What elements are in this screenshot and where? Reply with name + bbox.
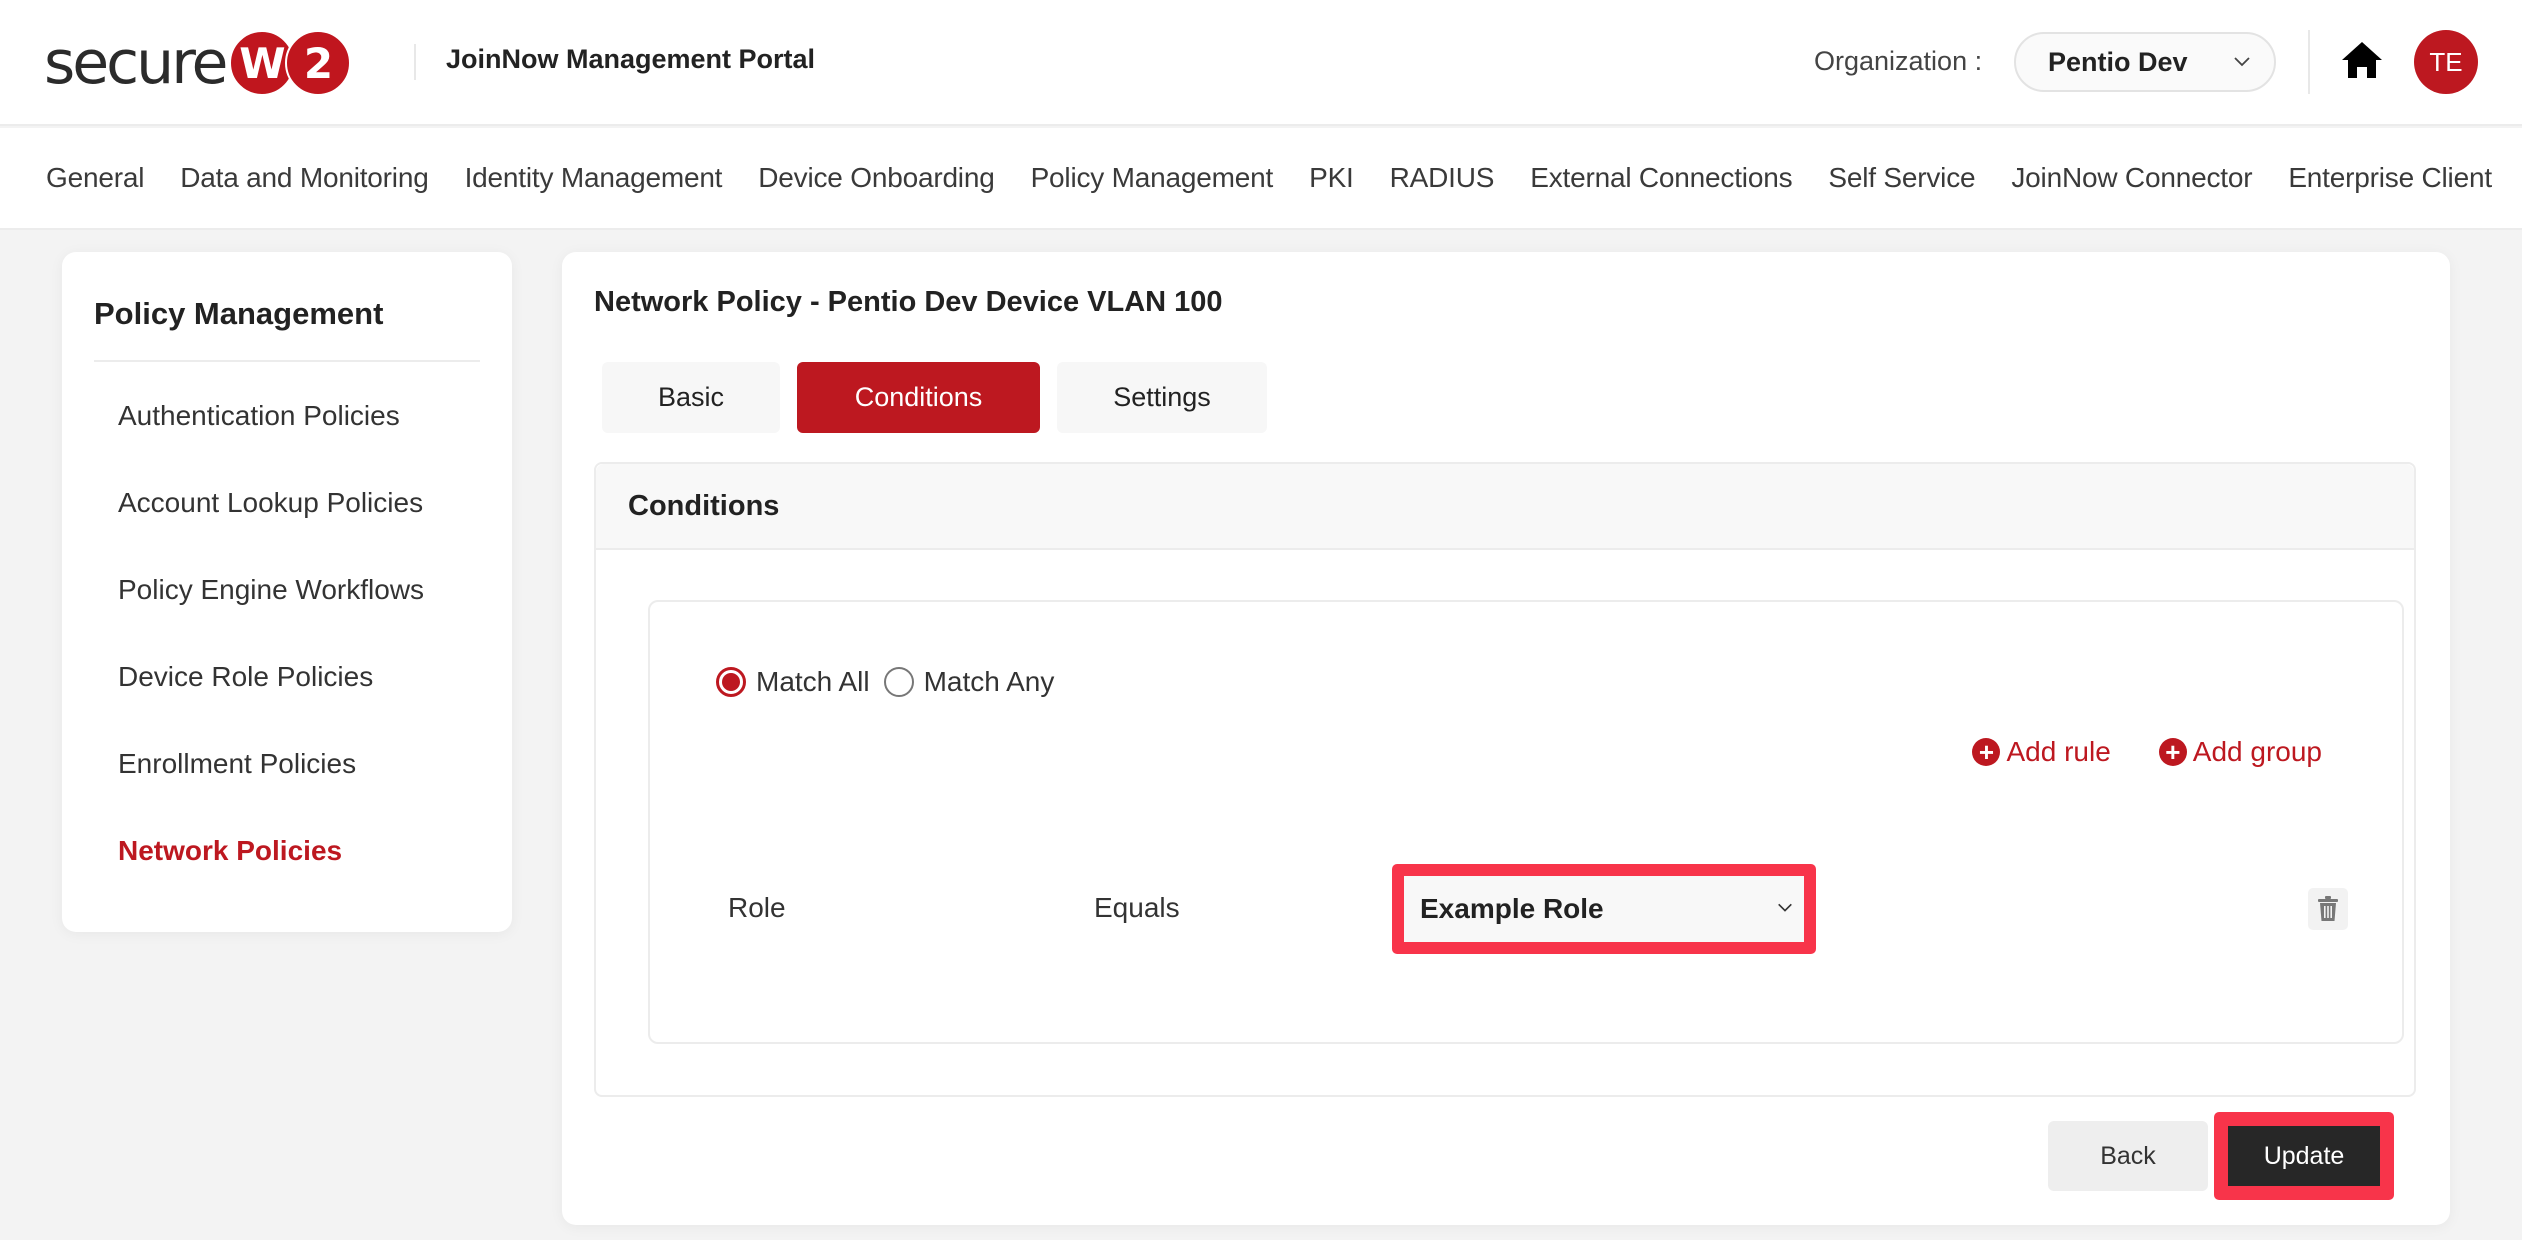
home-icon[interactable] <box>2340 40 2384 80</box>
match-all-radio[interactable] <box>716 667 746 697</box>
sidebar-item-device-role-policies[interactable]: Device Role Policies <box>118 661 424 748</box>
tab-basic[interactable]: Basic <box>602 362 780 433</box>
header-divider-right <box>2308 30 2310 94</box>
chevron-down-icon <box>1778 903 1792 912</box>
nav-item-identity-management[interactable]: Identity Management <box>465 162 723 194</box>
nav-item-data-and-monitoring[interactable]: Data and Monitoring <box>180 162 429 194</box>
nav-item-pki[interactable]: PKI <box>1309 162 1354 194</box>
conditions-title: Conditions <box>628 489 780 522</box>
user-avatar[interactable]: TE <box>2414 30 2478 94</box>
match-mode-radio-group: Match All Match Any <box>716 666 1068 698</box>
sidebar-item-enrollment-policies[interactable]: Enrollment Policies <box>118 748 424 835</box>
sidebar-list: Authentication Policies Account Lookup P… <box>118 400 424 922</box>
sidebar-title: Policy Management <box>94 296 384 331</box>
organization-selected-value: Pentio Dev <box>2048 46 2188 77</box>
nav-item-device-onboarding[interactable]: Device Onboarding <box>758 162 994 194</box>
securew2-logo[interactable]: secure W 2 <box>44 28 352 98</box>
conditions-card: Conditions Match All Match Any + Add rul… <box>594 462 2416 1097</box>
sidebar-item-account-lookup-policies[interactable]: Account Lookup Policies <box>118 487 424 574</box>
conditions-header: Conditions <box>596 464 2414 550</box>
rule-value-text: Example Role <box>1420 893 1604 924</box>
trash-icon <box>2318 896 2338 921</box>
portal-title: JoinNow Management Portal <box>446 44 816 74</box>
add-group-button[interactable]: + Add group <box>2158 736 2322 768</box>
logo-circle-2: 2 <box>285 30 352 96</box>
chevron-down-icon <box>2234 57 2250 67</box>
sidebar-item-authentication-policies[interactable]: Authentication Policies <box>118 400 424 487</box>
plus-circle-icon: + <box>2158 738 2187 766</box>
delete-rule-button[interactable] <box>2308 888 2348 930</box>
match-all-label[interactable]: Match All <box>756 666 870 698</box>
nav-item-general[interactable]: General <box>46 162 144 194</box>
add-group-label: Add group <box>2192 736 2322 767</box>
match-any-label[interactable]: Match Any <box>924 666 1055 698</box>
main-nav: General Data and Monitoring Identity Man… <box>0 128 2522 230</box>
organization-label: Organization : <box>1814 46 1983 76</box>
nav-item-enterprise-client[interactable]: Enterprise Client <box>2288 162 2492 194</box>
nav-item-self-service[interactable]: Self Service <box>1828 162 1975 194</box>
policy-tabs: Basic Conditions Settings <box>602 362 1284 433</box>
nav-item-joinnow-connector[interactable]: JoinNow Connector <box>2011 162 2252 194</box>
add-actions: + Add rule + Add group <box>1924 736 2322 768</box>
sidebar-item-network-policies[interactable]: Network Policies <box>118 835 424 922</box>
tab-settings[interactable]: Settings <box>1057 362 1267 433</box>
main-panel: Network Policy - Pentio Dev Device VLAN … <box>562 252 2450 1225</box>
nav-item-radius[interactable]: RADIUS <box>1390 162 1495 194</box>
condition-group: Match All Match Any + Add rule + Add gro… <box>648 600 2404 1044</box>
sidebar-item-policy-engine-workflows[interactable]: Policy Engine Workflows <box>118 574 424 661</box>
rule-value-select[interactable]: Example Role <box>1404 876 1804 942</box>
header-divider <box>414 44 416 80</box>
nav-item-external-connections[interactable]: External Connections <box>1530 162 1792 194</box>
organization-select[interactable]: Pentio Dev <box>2014 32 2276 92</box>
logo-text: secure <box>44 28 228 98</box>
rule-field-select[interactable]: Role <box>728 892 786 924</box>
plus-circle-icon: + <box>1972 738 2001 766</box>
add-rule-label: Add rule <box>2006 736 2111 767</box>
form-actions: Back Update <box>2048 1112 2394 1200</box>
rule-operator-select[interactable]: Equals <box>1094 892 1180 924</box>
back-button[interactable]: Back <box>2048 1121 2208 1191</box>
page-title: Network Policy - Pentio Dev Device VLAN … <box>594 286 1223 318</box>
add-rule-button[interactable]: + Add rule <box>1972 736 2111 768</box>
top-header: secure W 2 JoinNow Management Portal Org… <box>0 0 2522 126</box>
tab-conditions[interactable]: Conditions <box>797 362 1040 433</box>
condition-rule-row: Role Equals Example Role <box>650 864 2402 954</box>
match-any-radio[interactable] <box>883 667 914 697</box>
sidebar: Policy Management Authentication Policie… <box>62 252 512 932</box>
rule-value-highlight: Example Role <box>1392 864 1816 954</box>
sidebar-divider <box>94 360 480 362</box>
update-button-highlight: Update <box>2214 1112 2394 1200</box>
update-button[interactable]: Update <box>2228 1126 2380 1186</box>
nav-item-policy-management[interactable]: Policy Management <box>1031 162 1274 194</box>
